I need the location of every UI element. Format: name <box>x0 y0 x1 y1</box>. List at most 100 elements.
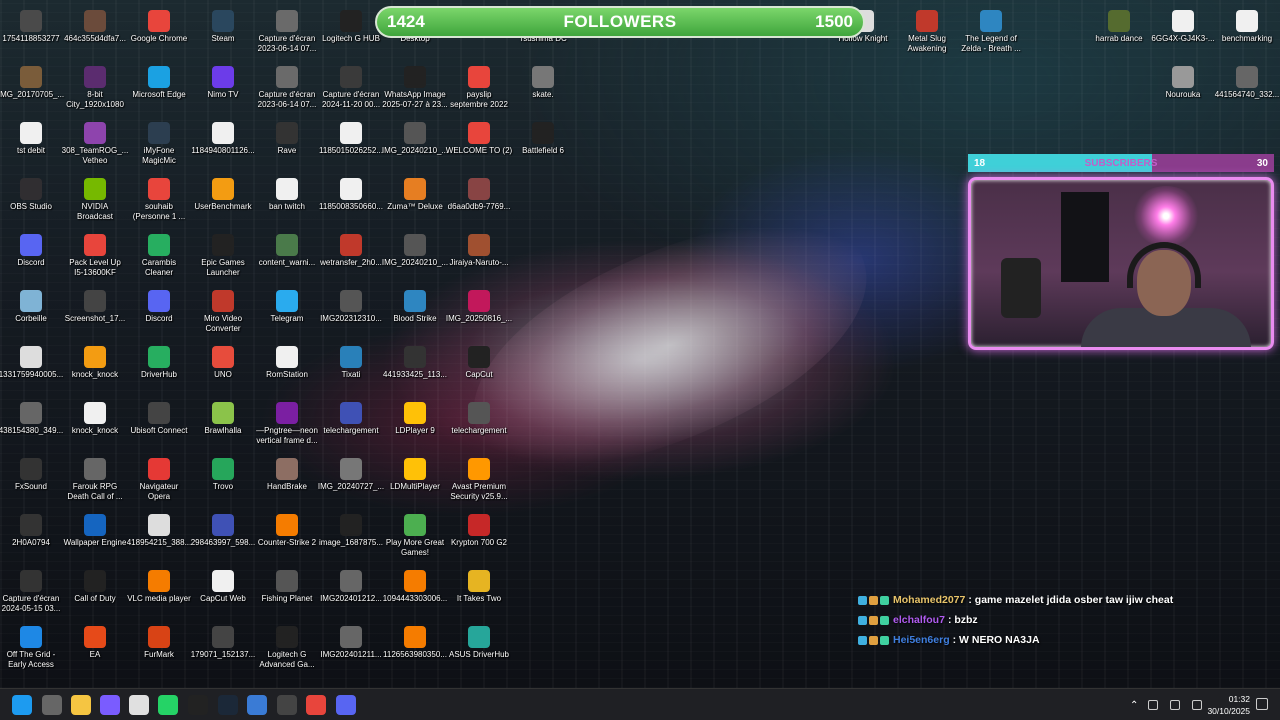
desktop-icon[interactable]: IMG_20240727_... <box>318 452 384 508</box>
desktop-icon[interactable]: —Pngtree—neon vertical frame d... <box>255 396 319 452</box>
desktop-icon[interactable]: RomStation <box>255 340 319 396</box>
epic-games-icon[interactable] <box>188 695 208 715</box>
logitech-icon[interactable] <box>277 695 297 715</box>
desktop-icon[interactable]: 1185008350660... <box>319 172 383 228</box>
desktop-icon[interactable]: Carambis Cleaner <box>127 228 191 284</box>
desktop-icon[interactable]: iMyFone MagicMic <box>127 116 191 172</box>
desktop-icon[interactable]: Capture d'écran 2023-06-14 07... <box>255 4 319 60</box>
desktop-icon[interactable]: Counter-Strike 2 <box>255 508 319 564</box>
desktop-icon[interactable]: IMG202401212... <box>319 564 383 620</box>
desktop-icon[interactable]: Capture d'écran 2024-05-15 03... <box>0 564 63 620</box>
desktop-icon[interactable]: d6aa0db9-7769... <box>447 172 511 228</box>
desktop-icon[interactable]: Avast Premium Security v25.9... <box>447 452 511 508</box>
desktop-icon[interactable]: IMG_20240210_... <box>382 228 448 284</box>
desktop-icon[interactable]: 2H0A0794 <box>0 508 63 564</box>
desktop-icon[interactable]: 298463997_598... <box>191 508 255 564</box>
desktop-icon[interactable]: tst debit <box>0 116 63 172</box>
desktop-icon[interactable]: Battlefield 6 <box>511 116 575 172</box>
desktop-icon[interactable]: The Legend of Zelda - Breath ... <box>959 4 1023 60</box>
desktop-icon[interactable]: 1331759940005... <box>0 340 63 396</box>
desktop-icon[interactable]: 1094443303006... <box>383 564 447 620</box>
desktop-icon[interactable]: Nimo TV <box>191 60 255 116</box>
desktop-icon[interactable]: LDMultiPlayer <box>383 452 447 508</box>
desktop-icon[interactable]: Logitech G HUB <box>319 4 383 60</box>
desktop-icon[interactable]: souhaib (Personne 1 ... <box>127 172 191 228</box>
desktop-icon[interactable]: Wallpaper Engine <box>63 508 127 564</box>
desktop-icon[interactable]: Capture d'écran 2024-11-20 00... <box>319 60 383 116</box>
desktop-icon[interactable]: FurMark <box>127 620 191 676</box>
desktop-icon[interactable]: knock_knock <box>63 396 127 452</box>
microphone-icon[interactable] <box>1148 700 1159 710</box>
file-explorer-icon[interactable] <box>71 695 91 715</box>
desktop-icon[interactable]: Discord <box>0 228 63 284</box>
desktop-icon[interactable]: benchmarking <box>1215 4 1279 60</box>
desktop-icon[interactable]: 1184940801126... <box>191 116 255 172</box>
desktop-icon[interactable]: Pack Level Up I5-13600KF <box>63 228 127 284</box>
desktop-icon[interactable]: 1126563980350... <box>383 620 447 676</box>
steam-icon[interactable] <box>218 695 238 715</box>
desktop-icon[interactable]: Logitech G Advanced Ga... <box>255 620 319 676</box>
desktop-icon[interactable]: 308_TeamROG_... Vetheo <box>62 116 128 172</box>
desktop-icon[interactable]: Play More Great Games! <box>383 508 447 564</box>
desktop-icon[interactable]: IMG_20170705_... <box>0 60 64 116</box>
ea-icon[interactable] <box>247 695 267 715</box>
desktop-icon[interactable]: Google Chrome <box>127 4 191 60</box>
desktop-icon[interactable]: UNO <box>191 340 255 396</box>
desktop-icon[interactable]: content_warni... <box>255 228 319 284</box>
notification-icon[interactable] <box>1256 698 1268 710</box>
desktop-icon[interactable]: Capture d'écran 2023-06-14 07... <box>255 60 319 116</box>
desktop-icon[interactable]: Discord <box>127 284 191 340</box>
desktop-icon[interactable]: 418954215_388... <box>127 508 191 564</box>
desktop-icon[interactable]: 441933425_113... <box>383 340 447 396</box>
desktop-icon[interactable]: wetransfer_2h0... <box>319 228 383 284</box>
desktop-icon[interactable]: IMG202401211... <box>319 620 383 676</box>
desktop-icon[interactable]: Rave <box>255 116 319 172</box>
desktop-icon[interactable]: FxSound <box>0 452 63 508</box>
desktop-icon[interactable]: telechargement <box>447 396 511 452</box>
desktop-icon[interactable]: Jiraiya-Naruto-... <box>447 228 511 284</box>
desktop-icon[interactable]: It Takes Two <box>447 564 511 620</box>
desktop-icon[interactable]: Krypton 700 G2 <box>447 508 511 564</box>
desktop-icon[interactable]: IMG202312310... <box>319 284 383 340</box>
desktop-icon[interactable]: IMG_20250816_... <box>446 284 512 340</box>
desktop-icon[interactable]: Ubisoft Connect <box>127 396 191 452</box>
desktop-icon[interactable]: LDPlayer 9 <box>383 396 447 452</box>
discord-icon[interactable] <box>336 695 356 715</box>
desktop-icon[interactable]: 179071_152137... <box>191 620 255 676</box>
desktop-icon[interactable]: OBS Studio <box>0 172 63 228</box>
desktop-icon[interactable]: CapCut Web <box>191 564 255 620</box>
desktop-icon[interactable]: Telegram <box>255 284 319 340</box>
desktop-icon[interactable]: Screenshot_17... <box>63 284 127 340</box>
desktop-icon[interactable]: skate. <box>511 60 575 116</box>
desktop-icon[interactable]: 8-bit City_1920x1080 <box>63 60 127 116</box>
desktop-icon[interactable]: Tixati <box>319 340 383 396</box>
tray-chevron-icon[interactable]: ⌃ <box>1130 700 1138 711</box>
desktop-icon[interactable]: Navigateur Opera <box>127 452 191 508</box>
desktop-icon[interactable]: 1754118853277 <box>0 4 63 60</box>
desktop-icon[interactable]: knock_knock <box>63 340 127 396</box>
desktop-icon[interactable]: Metal Slug Awakening <box>895 4 959 60</box>
desktop-icon[interactable]: Corbeille <box>0 284 63 340</box>
snipping-icon[interactable] <box>129 695 149 715</box>
desktop-icon[interactable]: Off The Grid - Early Access <box>0 620 63 676</box>
cortana-icon[interactable] <box>100 695 120 715</box>
desktop-icon[interactable]: Call of Duty <box>63 564 127 620</box>
whatsapp-icon[interactable] <box>158 695 178 715</box>
desktop-icon[interactable]: DriverHub <box>127 340 191 396</box>
desktop-icon[interactable]: WhatsApp Image 2025-07-27 à 23... <box>382 60 448 116</box>
desktop-icon[interactable]: harrab dance <box>1087 4 1151 60</box>
desktop-icon[interactable]: payslip septembre 2022 <box>447 60 511 116</box>
desktop-icon[interactable]: 441564740_332... <box>1215 60 1279 116</box>
desktop-icon[interactable]: Zuma™ Deluxe <box>383 172 447 228</box>
desktop-icon[interactable]: Microsoft Edge <box>127 60 191 116</box>
desktop-icon[interactable]: telechargement <box>319 396 383 452</box>
desktop-icon[interactable]: Farouk RPG Death Call of ... <box>63 452 127 508</box>
desktop-icon[interactable]: image_1687875... <box>319 508 383 564</box>
desktop-icon[interactable]: WELCOME TO (2) <box>446 116 512 172</box>
desktop-icon[interactable]: Blood Strike <box>383 284 447 340</box>
task-view-icon[interactable] <box>42 695 62 715</box>
desktop-icon[interactable]: 438154380_349... <box>0 396 63 452</box>
network-icon[interactable] <box>1170 700 1181 710</box>
desktop-icon[interactable]: 1185015026252... <box>319 116 383 172</box>
desktop-icon[interactable]: Fishing Planet <box>255 564 319 620</box>
